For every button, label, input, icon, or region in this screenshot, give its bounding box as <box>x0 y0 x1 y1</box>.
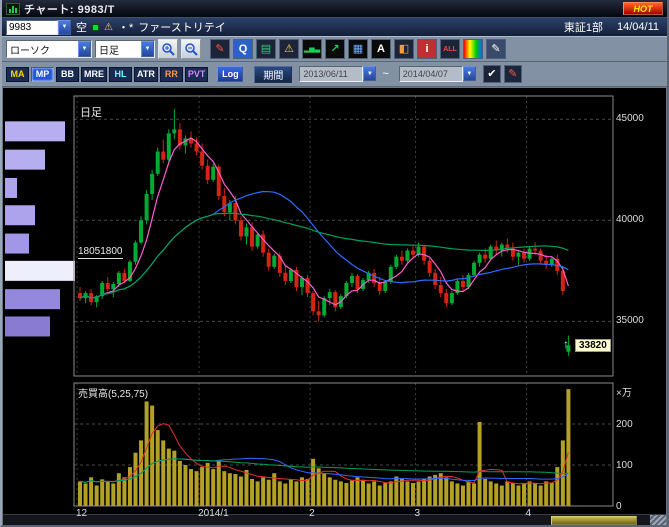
chart-type-select[interactable]: ローソク ▼ <box>6 40 92 58</box>
volume-axis-unit: ×万 <box>616 384 632 399</box>
text-tool-icon[interactable]: A <box>371 39 391 59</box>
price-axis-tick: 40000 <box>616 214 644 225</box>
stock-name: ファーストリテイ <box>138 19 225 35</box>
chart-type-value: ローソク <box>7 42 78 57</box>
indicator-chip-hl[interactable]: HL <box>109 67 132 82</box>
date-from-dropdown-arrow-icon[interactable]: ▼ <box>363 66 376 81</box>
edit-period-icon[interactable]: ✎ <box>504 65 522 83</box>
time-axis-tick: 4 <box>526 508 532 519</box>
news-icon[interactable]: ▤ <box>256 39 276 59</box>
indicator-chip-pvt[interactable]: PVT <box>185 67 209 82</box>
symbol-dropdown-arrow-icon[interactable]: ▼ <box>58 20 71 35</box>
window-title: チャート: 9983/T <box>24 1 115 17</box>
main-toolbar: ローソク ▼ 日足 ▼ ✎Q▤⚠▂▅▃↗▦A◧iALL✎ <box>2 36 667 62</box>
all-periods-button[interactable]: ALL <box>440 39 460 59</box>
palette-icon[interactable] <box>463 39 483 59</box>
volume-axis-tick: 0 <box>616 501 622 512</box>
date-from-value: 2013/06/11 <box>299 66 363 82</box>
pane-label: 日足 <box>80 104 102 120</box>
indicator-chip-ma[interactable]: MA <box>6 67 29 82</box>
zoom-out-button[interactable] <box>181 39 201 59</box>
short-sell-label: 空 <box>76 19 87 35</box>
indicator-chip-atr[interactable]: ATR <box>134 67 158 82</box>
compare-icon[interactable]: ◧ <box>394 39 414 59</box>
timeframe-dropdown-arrow-icon[interactable]: ▼ <box>141 41 154 57</box>
market-label: 東証1部 <box>564 19 603 35</box>
volume-axis-tick: 200 <box>616 419 633 430</box>
date-label: 14/04/11 <box>617 21 659 33</box>
scrollbar-thumb[interactable] <box>551 516 637 525</box>
symbol-row: ▼ 空 ⚠ ・* ファーストリテイ 東証1部 14/04/11 <box>2 17 667 36</box>
chart-type-dropdown-arrow-icon[interactable]: ▼ <box>78 41 91 57</box>
timeframe-select[interactable]: 日足 ▼ <box>95 40 155 58</box>
hot-badge[interactable]: HOT <box>623 2 663 15</box>
period-button[interactable]: 期間 <box>254 66 292 83</box>
volume-at-price-label: 18051800 <box>78 246 123 259</box>
short-available-indicator <box>92 24 99 31</box>
indicator-chip-mp[interactable]: MP <box>31 67 54 82</box>
candlestick-mode-icon[interactable]: ▂▅▃ <box>302 39 322 59</box>
date-to-field[interactable]: 2014/04/07 ▼ <box>399 66 476 82</box>
price-volume-chart[interactable] <box>3 88 668 512</box>
warning-icon: ⚠ <box>104 22 113 33</box>
date-from-field[interactable]: 2013/06/11 ▼ <box>299 66 376 82</box>
info-icon[interactable]: i <box>417 39 437 59</box>
time-axis-tick: 2 <box>309 508 315 519</box>
indicator-chip-bb[interactable]: BB <box>56 67 79 82</box>
volume-axis-tick: 100 <box>616 460 633 471</box>
time-axis-tick: 3 <box>415 508 421 519</box>
tick-up-arrow-icon: ↑ <box>563 337 569 351</box>
date-to-dropdown-arrow-icon[interactable]: ▼ <box>463 66 476 81</box>
indicator-chip-mre[interactable]: MRE <box>81 67 107 82</box>
zoom-in-button[interactable] <box>158 39 178 59</box>
line-mode-icon[interactable]: ↗ <box>325 39 345 59</box>
date-to-value: 2014/04/07 <box>399 66 463 82</box>
chart-panel: 日足 18051800 売買高(5,25,75) ↑ 33820 4500040… <box>2 87 667 525</box>
indicator-toolbar: MAMPBBMREHLATRRRPVT Log 期間 2013/06/11 ▼ … <box>2 62 667 87</box>
symbol-code-input[interactable] <box>6 20 58 35</box>
app-chart-icon <box>6 3 20 15</box>
quote-icon[interactable]: Q <box>233 39 253 59</box>
alert-icon[interactable]: ⚠ <box>279 39 299 59</box>
indicator-chip-rr[interactable]: RR <box>160 67 183 82</box>
price-axis-tick: 35000 <box>616 315 644 326</box>
time-axis-tick: 2014/1 <box>198 508 229 519</box>
grid-toggle-icon[interactable]: ▦ <box>348 39 368 59</box>
chart-window: チャート: 9983/T HOT ▼ 空 ⚠ ・* ファーストリテイ 東証1部 … <box>0 0 669 527</box>
price-axis-tick: 45000 <box>616 113 644 124</box>
last-price-badge: 33820 <box>575 339 611 352</box>
date-range-tilde: ~ <box>382 68 388 80</box>
apply-period-icon[interactable]: ✔ <box>483 65 501 83</box>
log-scale-button[interactable]: Log <box>217 66 243 82</box>
volume-pane-label: 売買高(5,25,75) <box>78 385 148 400</box>
window-titlebar[interactable]: チャート: 9983/T HOT <box>2 0 667 17</box>
draw-tool-icon[interactable]: ✎ <box>210 39 230 59</box>
chart-scrollbar[interactable] <box>3 514 666 525</box>
resize-grip[interactable] <box>650 515 666 526</box>
symbol-marks: ・* <box>118 19 133 35</box>
timeframe-value: 日足 <box>96 42 141 57</box>
time-axis-tick: 12 <box>76 508 87 519</box>
edit-chart-icon[interactable]: ✎ <box>486 39 506 59</box>
